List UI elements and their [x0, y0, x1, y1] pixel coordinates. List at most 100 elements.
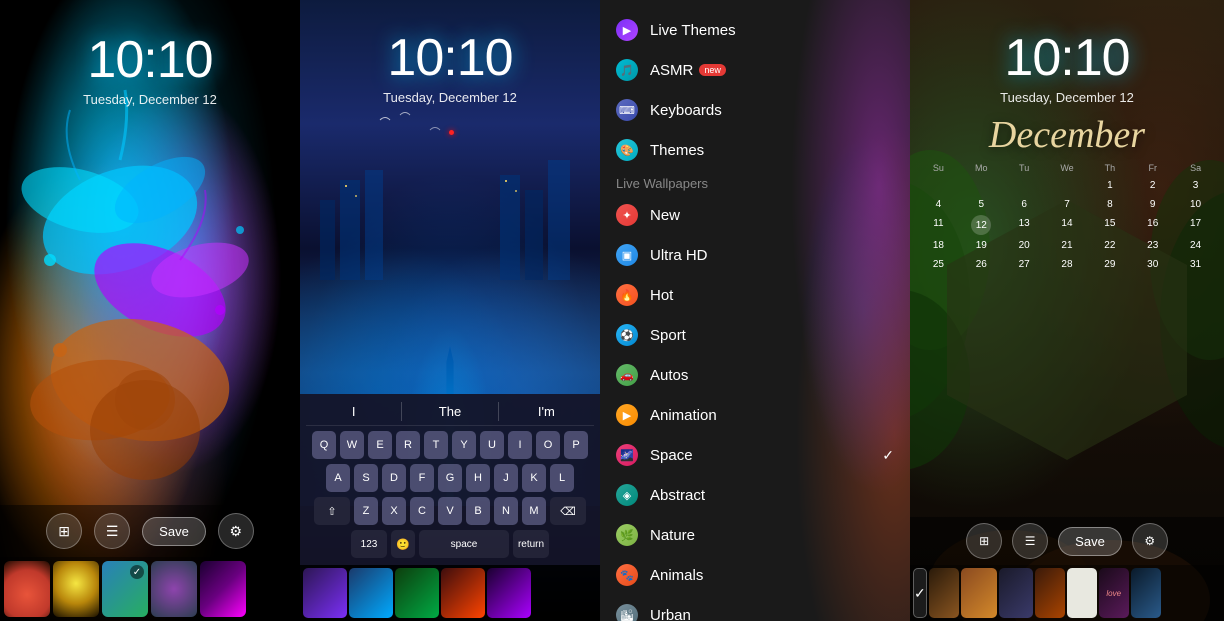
cal-cell[interactable]: 31 — [1175, 256, 1216, 273]
cal-cell[interactable]: 19 — [961, 237, 1002, 254]
grid-button[interactable]: ⊞ — [46, 513, 82, 549]
menu-item-urban[interactable]: 🏙 Urban — [600, 595, 910, 621]
cal-cell[interactable]: 15 — [1089, 215, 1130, 235]
cal-cell[interactable]: 3 — [1175, 177, 1216, 194]
key-v[interactable]: V — [438, 497, 462, 525]
cal-cell[interactable]: 7 — [1047, 196, 1088, 213]
key-q[interactable]: Q — [312, 431, 336, 459]
menu-item-themes[interactable]: 🎨 Themes — [600, 130, 910, 170]
cal-cell[interactable]: 18 — [918, 237, 959, 254]
s4-list-button[interactable]: ☰ — [1012, 523, 1048, 559]
key-g[interactable]: G — [438, 464, 462, 492]
menu-item-new[interactable]: ✦ New — [600, 195, 910, 235]
menu-item-sport[interactable]: ⚽ Sport — [600, 315, 910, 355]
key-x[interactable]: X — [382, 497, 406, 525]
cal-cell[interactable]: 26 — [961, 256, 1002, 273]
cal-cell[interactable]: 22 — [1089, 237, 1130, 254]
cal-cell[interactable]: 17 — [1175, 215, 1216, 235]
cal-cell[interactable]: 13 — [1004, 215, 1045, 235]
s4-thumb-4[interactable] — [1035, 568, 1065, 618]
s2-thumb-5[interactable] — [487, 568, 531, 618]
s4-thumb-3[interactable] — [999, 568, 1033, 618]
key-return[interactable]: return — [513, 530, 549, 558]
cal-cell[interactable]: 9 — [1132, 196, 1173, 213]
cal-cell[interactable]: 16 — [1132, 215, 1173, 235]
key-n[interactable]: N — [494, 497, 518, 525]
thumb-flower[interactable] — [4, 561, 50, 617]
cal-cell[interactable]: 20 — [1004, 237, 1045, 254]
cal-cell[interactable]: 25 — [918, 256, 959, 273]
key-space[interactable]: space — [419, 530, 509, 558]
s4-save-button[interactable]: Save — [1058, 527, 1122, 556]
cal-cell[interactable]: 5 — [961, 196, 1002, 213]
cal-cell[interactable]: 10 — [1175, 196, 1216, 213]
key-j[interactable]: J — [494, 464, 518, 492]
cal-cell-today[interactable]: 12 — [971, 215, 991, 235]
s2-thumb-2[interactable] — [349, 568, 393, 618]
cal-cell[interactable] — [1004, 177, 1045, 194]
cal-cell[interactable]: 30 — [1132, 256, 1173, 273]
cal-cell[interactable]: 28 — [1047, 256, 1088, 273]
thumb-galaxy[interactable] — [151, 561, 197, 617]
menu-item-animation[interactable]: ▶ Animation — [600, 395, 910, 435]
s4-thumb-check[interactable]: ✓ — [913, 568, 927, 618]
thumb-starburst[interactable] — [53, 561, 99, 617]
key-delete[interactable]: ⌫ — [550, 497, 586, 525]
key-t[interactable]: T — [424, 431, 448, 459]
cal-cell[interactable]: 29 — [1089, 256, 1130, 273]
s4-settings-button[interactable]: ⚙ — [1132, 523, 1168, 559]
cal-cell[interactable]: 27 — [1004, 256, 1045, 273]
menu-item-animals[interactable]: 🐾 Animals — [600, 555, 910, 595]
key-e[interactable]: E — [368, 431, 392, 459]
s2-thumb-3[interactable] — [395, 568, 439, 618]
cal-cell[interactable]: 2 — [1132, 177, 1173, 194]
key-a[interactable]: A — [326, 464, 350, 492]
list-button[interactable]: ☰ — [94, 513, 130, 549]
key-shift[interactable]: ⇧ — [314, 497, 350, 525]
s4-thumb-white[interactable] — [1067, 568, 1097, 618]
key-123[interactable]: 123 — [351, 530, 387, 558]
cal-cell[interactable]: 24 — [1175, 237, 1216, 254]
key-y[interactable]: Y — [452, 431, 476, 459]
key-s[interactable]: S — [354, 464, 378, 492]
key-h[interactable]: H — [466, 464, 490, 492]
settings-button[interactable]: ⚙ — [218, 513, 254, 549]
suggestion-i[interactable]: I — [306, 402, 402, 421]
cal-cell[interactable]: 4 — [918, 196, 959, 213]
s2-thumb-4[interactable] — [441, 568, 485, 618]
save-button[interactable]: Save — [142, 517, 206, 546]
menu-item-space[interactable]: 🌌 Space ✓ — [600, 435, 910, 475]
key-i[interactable]: I — [508, 431, 532, 459]
key-r[interactable]: R — [396, 431, 420, 459]
suggestion-im[interactable]: I'm — [499, 402, 594, 421]
key-emoji[interactable]: 🙂 — [391, 530, 415, 558]
s4-thumb-2[interactable] — [929, 568, 959, 618]
cal-cell[interactable]: 1 — [1089, 177, 1130, 194]
cal-cell[interactable] — [1047, 177, 1088, 194]
suggestion-the[interactable]: The — [402, 402, 498, 421]
thumb-abstract[interactable] — [200, 561, 246, 617]
s2-thumb-1[interactable] — [303, 568, 347, 618]
s4-thumb-travel[interactable] — [961, 568, 997, 618]
menu-item-nature[interactable]: 🌿 Nature — [600, 515, 910, 555]
key-w[interactable]: W — [340, 431, 364, 459]
key-c[interactable]: C — [410, 497, 434, 525]
menu-item-autos[interactable]: 🚗 Autos — [600, 355, 910, 395]
menu-item-abstract[interactable]: ◈ Abstract — [600, 475, 910, 515]
key-f[interactable]: F — [410, 464, 434, 492]
s4-thumb-love[interactable]: love — [1099, 568, 1129, 618]
cal-cell[interactable] — [961, 177, 1002, 194]
thumb-city-selected[interactable] — [102, 561, 148, 617]
cal-cell[interactable]: 23 — [1132, 237, 1173, 254]
key-o[interactable]: O — [536, 431, 560, 459]
cal-cell[interactable] — [918, 177, 959, 194]
s4-grid-button[interactable]: ⊞ — [966, 523, 1002, 559]
s4-thumb-7[interactable] — [1131, 568, 1161, 618]
key-d[interactable]: D — [382, 464, 406, 492]
key-p[interactable]: P — [564, 431, 588, 459]
menu-item-keyboards[interactable]: ⌨ Keyboards — [600, 90, 910, 130]
cal-cell[interactable]: 8 — [1089, 196, 1130, 213]
key-u[interactable]: U — [480, 431, 504, 459]
menu-item-live-themes[interactable]: ▶ Live Themes — [600, 10, 910, 50]
cal-cell[interactable]: 21 — [1047, 237, 1088, 254]
